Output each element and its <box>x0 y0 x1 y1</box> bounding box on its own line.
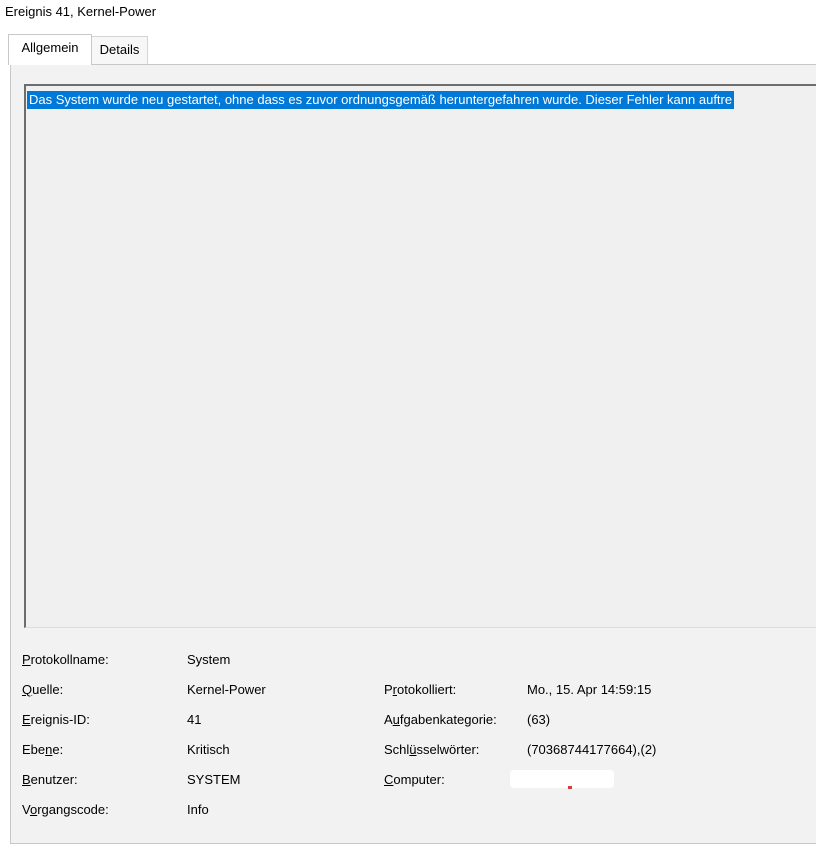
title-bar: Ereignis 41, Kernel-Power <box>0 0 816 25</box>
source-value: Kernel-Power <box>187 682 266 697</box>
user-value: SYSTEM <box>187 772 241 787</box>
logged-label: Protokolliert: <box>384 682 457 697</box>
log-name-label: Protokollname: <box>22 652 109 667</box>
redaction-artifact <box>568 786 572 789</box>
computer-redaction <box>510 770 614 788</box>
tab-details[interactable]: Details <box>92 36 148 64</box>
log-name-value: System <box>187 652 231 667</box>
level-value: Kritisch <box>187 742 230 757</box>
tab-strip: Allgemein Details <box>0 24 816 65</box>
user-label: Benutzer: <box>22 772 78 787</box>
event-description-text[interactable]: Das System wurde neu gestartet, ohne das… <box>27 91 735 109</box>
task-category-value: (63) <box>527 712 551 727</box>
task-category-label: Aufgabenkategorie: <box>384 712 497 727</box>
keywords-label: Schlüsselwörter: <box>384 742 480 757</box>
opcode-value: Info <box>187 802 209 817</box>
logged-value: Mo., 15. Apr 14:59:15 <box>527 682 652 697</box>
keywords-value: (70368744177664),(2) <box>527 742 657 757</box>
computer-label: Computer: <box>384 772 445 787</box>
event-id-value: 41 <box>187 712 202 727</box>
window-title: Ereignis 41, Kernel-Power <box>5 4 157 19</box>
event-description-box[interactable]: Das System wurde neu gestartet, ohne das… <box>24 84 816 628</box>
level-label: Ebene: <box>22 742 64 757</box>
opcode-label: Vorgangscode: <box>22 802 109 817</box>
source-label: Quelle: <box>22 682 64 697</box>
tab-general[interactable]: Allgemein <box>8 34 92 65</box>
event-id-label: Ereignis-ID: <box>22 712 90 727</box>
